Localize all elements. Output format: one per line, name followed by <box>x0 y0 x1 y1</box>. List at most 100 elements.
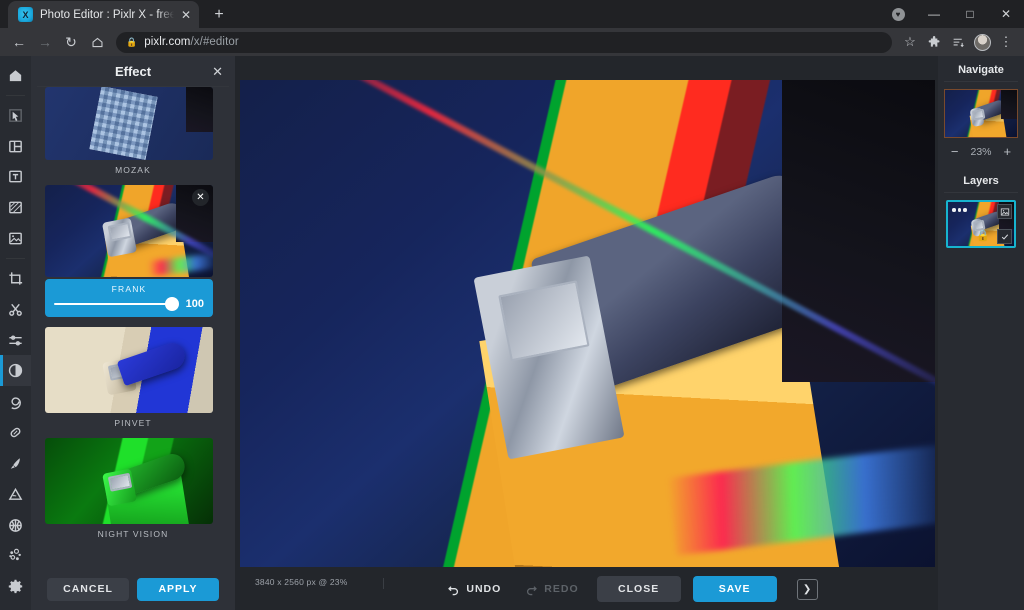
effect-panel-close-icon[interactable]: ✕ <box>212 64 223 80</box>
right-sidebar: Navigate − 23% + Layers <box>938 56 1024 610</box>
effect-label: FRANK <box>45 284 213 298</box>
tool-retouch-icon[interactable] <box>0 417 31 448</box>
reload-icon[interactable]: ↻ <box>58 29 84 55</box>
effect-panel-actions: CANCEL APPLY <box>31 568 235 610</box>
window-close-button[interactable]: ✕ <box>988 0 1024 28</box>
undo-icon <box>447 583 460 596</box>
effect-item-mozak: MOZAK <box>45 87 221 177</box>
layers-title: Layers <box>938 167 1024 192</box>
layer-lock-icon[interactable]: 🔒 <box>976 229 990 242</box>
cancel-button[interactable]: CANCEL <box>47 578 129 601</box>
layer-item[interactable]: 🔒 <box>946 200 1016 248</box>
effect-item-night-vision: NIGHT VISION <box>45 438 221 541</box>
effect-label: MOZAK <box>45 160 221 177</box>
zoom-level-text: 23% <box>970 146 991 158</box>
settings-gear-icon[interactable] <box>0 571 31 602</box>
canvas-artwork <box>240 80 935 567</box>
effect-thumbnail[interactable] <box>45 327 213 413</box>
tool-liquify-icon[interactable] <box>0 386 31 417</box>
tool-paint-icon[interactable] <box>0 448 31 479</box>
canvas-area: 3840 x 2560 px @ 23% <box>235 56 938 610</box>
tool-crop-icon[interactable] <box>0 263 31 294</box>
redo-label: REDO <box>544 583 578 595</box>
undo-label: UNDO <box>466 583 501 595</box>
sidebar-divider <box>944 81 1018 82</box>
bookmark-star-icon[interactable]: ☆ <box>898 30 922 54</box>
redo-icon <box>525 583 538 596</box>
tool-text-icon[interactable] <box>0 161 31 192</box>
tool-effect-icon[interactable] <box>0 355 31 386</box>
tab-close-icon[interactable]: ✕ <box>181 9 191 21</box>
tool-mesh-icon[interactable] <box>0 510 31 541</box>
effect-thumbnail[interactable]: ✕ <box>45 185 213 277</box>
save-button[interactable]: SAVE <box>693 576 777 602</box>
tool-pattern-icon[interactable] <box>0 192 31 223</box>
layer-visibility-checkbox[interactable] <box>997 229 1012 244</box>
url-path: /x/#editor <box>191 36 239 48</box>
tool-dots-icon[interactable] <box>0 540 31 571</box>
tool-home-icon[interactable] <box>0 60 31 91</box>
rail-divider <box>6 95 25 96</box>
layer-type-image-icon[interactable] <box>997 204 1012 219</box>
lock-icon: 🔒 <box>126 37 137 48</box>
image-canvas[interactable] <box>240 80 935 567</box>
url-bar[interactable]: 🔒 pixlr.com/x/#editor <box>116 32 892 53</box>
navigator-zoom-row: − 23% + <box>938 138 1024 167</box>
tool-cutout-icon[interactable] <box>0 294 31 325</box>
window-controls: ♥ — □ ✕ <box>880 0 1024 28</box>
close-button[interactable]: CLOSE <box>597 576 681 602</box>
browser-tab[interactable]: X Photo Editor : Pixlr X - free image ✕ <box>8 1 199 28</box>
tool-adjust-icon[interactable] <box>0 325 31 356</box>
effect-label: PINVET <box>45 413 221 430</box>
effect-remove-icon[interactable]: ✕ <box>192 189 209 206</box>
window-minimize-button[interactable]: — <box>916 0 952 28</box>
tool-shape-icon[interactable] <box>0 479 31 510</box>
navigator-thumbnail[interactable] <box>944 89 1018 138</box>
effect-panel: Effect ✕ MOZAK <box>31 56 235 610</box>
tool-arrange-icon[interactable] <box>0 100 31 131</box>
layer-more-options-icon[interactable] <box>952 208 967 212</box>
effect-list: MOZAK ✕ FRANK <box>31 87 235 568</box>
heart-glyph: ♥ <box>892 8 905 21</box>
back-icon[interactable]: ← <box>6 29 32 55</box>
apply-button[interactable]: APPLY <box>137 578 219 601</box>
browser-tabstrip: X Photo Editor : Pixlr X - free image ✕ … <box>0 0 1024 28</box>
slider-track[interactable] <box>54 303 172 305</box>
undo-button[interactable]: UNDO <box>441 583 507 596</box>
zoom-out-button[interactable]: − <box>951 144 959 159</box>
url-domain: pixlr.com <box>144 36 190 48</box>
forward-icon[interactable]: → <box>32 29 58 55</box>
tool-layout-icon[interactable] <box>0 131 31 162</box>
browser-menu-icon[interactable]: ⋮ <box>994 30 1018 54</box>
effect-amount-slider[interactable]: FRANK 100 <box>45 279 213 317</box>
navigate-title: Navigate <box>938 56 1024 81</box>
downloads-list-icon[interactable] <box>946 30 970 54</box>
window-maximize-button[interactable]: □ <box>952 0 988 28</box>
app-root: X Photo Editor : Pixlr X - free image ✕ … <box>0 0 1024 610</box>
effect-thumbnail[interactable] <box>45 87 213 160</box>
extensions-puzzle-icon[interactable] <box>922 30 946 54</box>
editor-bottom-bar: UNDO REDO CLOSE SAVE ❯ <box>235 568 1024 610</box>
zoom-in-button[interactable]: + <box>1004 144 1012 159</box>
home-icon[interactable] <box>84 29 110 55</box>
browser-heart-icon[interactable]: ♥ <box>880 0 916 28</box>
tool-rail <box>0 56 31 610</box>
url-text: pixlr.com/x/#editor <box>144 36 239 48</box>
pixlr-editor: Effect ✕ MOZAK <box>0 56 1024 610</box>
pixlr-x-favicon-icon: X <box>18 7 33 22</box>
slider-value: 100 <box>178 298 204 310</box>
profile-avatar[interactable] <box>970 30 994 54</box>
sidebar-divider <box>944 192 1018 193</box>
new-tab-button[interactable]: + <box>206 2 232 28</box>
rail-divider <box>6 258 25 259</box>
effect-item-pinvet: PINVET <box>45 327 221 430</box>
slider-thumb[interactable] <box>165 297 179 311</box>
browser-toolbar: ← → ↻ 🔒 pixlr.com/x/#editor ☆ ⋮ <box>0 28 1024 56</box>
effect-panel-header: Effect ✕ <box>31 56 235 86</box>
expand-panel-button[interactable]: ❯ <box>797 579 818 600</box>
effect-thumbnail[interactable] <box>45 438 213 524</box>
redo-button[interactable]: REDO <box>519 583 584 596</box>
effect-panel-title: Effect <box>115 64 151 79</box>
tool-image-icon[interactable] <box>0 223 31 254</box>
tab-title: Photo Editor : Pixlr X - free image <box>40 9 174 21</box>
